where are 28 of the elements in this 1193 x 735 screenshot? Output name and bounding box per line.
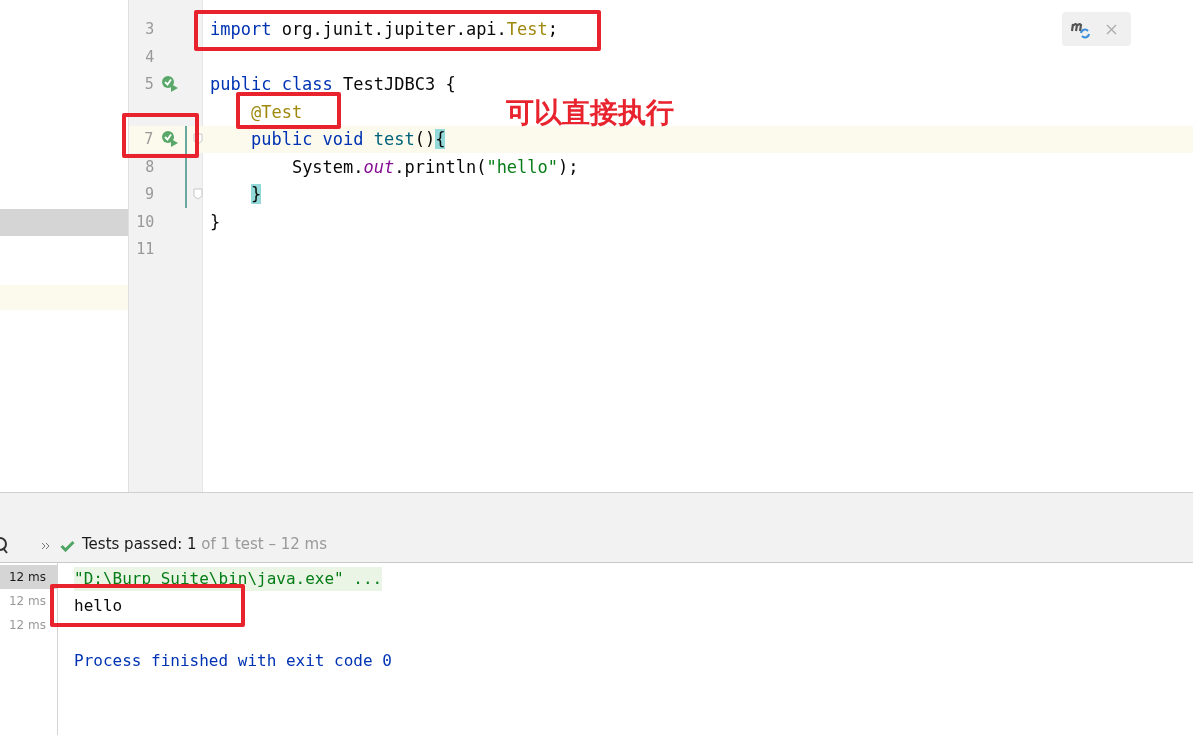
line-number: 4 (144, 46, 155, 68)
fold-icon[interactable] (193, 133, 203, 146)
code-line: public void test(){ (249, 128, 446, 151)
line-number: 10 (135, 211, 155, 233)
console-line: Process finished with exit code 0 (74, 650, 392, 673)
test-status: Tests passed: 1 of 1 test – 12 ms (82, 533, 328, 555)
line-number: 11 (135, 239, 155, 260)
line-number: 7 (143, 129, 154, 150)
run-test-icon[interactable] (160, 130, 179, 149)
code-line: @Test (249, 100, 303, 123)
line-number: 5 (143, 74, 154, 95)
more-icon[interactable] (41, 542, 51, 550)
test-duration[interactable]: 12 ms (0, 589, 57, 613)
check-icon (60, 540, 75, 552)
code-line: import org.junit.jupiter.api.Test; (209, 18, 559, 41)
code-line: } (209, 210, 221, 233)
test-duration[interactable]: 12 ms (0, 565, 57, 589)
search-icon[interactable] (0, 536, 8, 554)
line-number: 8 (144, 156, 155, 178)
line-number: 9 (144, 184, 155, 205)
callout-text: 可以直接执行 (506, 95, 674, 131)
line-number: 3 (144, 19, 155, 40)
code-line: System.out.println("hello"); (290, 155, 579, 178)
test-duration[interactable]: 12 ms (0, 613, 57, 637)
code-line: public class TestJDBC3 { (209, 73, 456, 96)
console-line: hello (74, 595, 123, 618)
run-test-icon[interactable] (161, 75, 180, 94)
close-icon[interactable] (1106, 23, 1117, 35)
